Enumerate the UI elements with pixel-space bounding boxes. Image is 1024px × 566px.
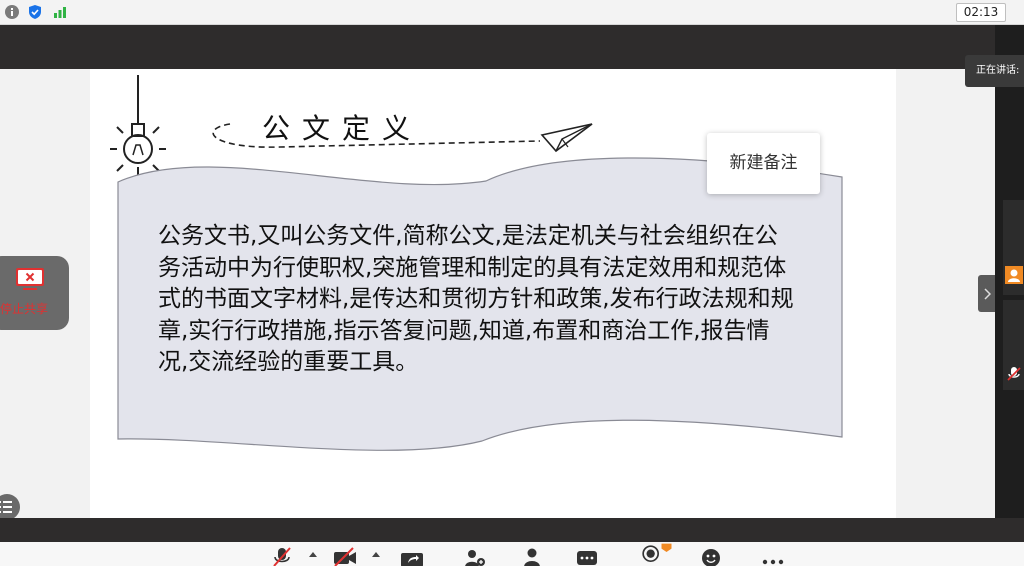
signal-bars-icon[interactable] (52, 4, 68, 20)
info-icon[interactable] (4, 4, 20, 20)
top-dark-band (0, 25, 1024, 69)
collapse-panel-button[interactable] (978, 275, 995, 312)
top-status-bar: 02:13 (0, 0, 1024, 25)
paper-plane-icon (540, 123, 593, 153)
chevron-right-icon (983, 288, 991, 300)
chat-icon[interactable] (576, 547, 598, 566)
shield-icon[interactable] (27, 4, 43, 20)
meeting-window: 02:13 公文定义 公务文书,又叫公务文件,简称公文,是法定机关与社会组织在公… (0, 0, 1024, 566)
mic-muted-icon[interactable] (272, 547, 292, 566)
meeting-timer: 02:13 (956, 3, 1006, 22)
camera-off-icon[interactable] (333, 547, 357, 566)
stop-share-button[interactable]: 停止共享 (0, 256, 69, 330)
more-icon[interactable] (762, 552, 784, 566)
presentation-slide: 公文定义 公务文书,又叫公务文件,简称公文,是法定机关与社会组织在公务活动中为行… (90, 69, 896, 518)
speaking-indicator: 正在讲话: (965, 55, 1024, 87)
record-icon[interactable] (638, 542, 680, 562)
camera-options-caret[interactable] (372, 552, 380, 557)
slide-body-text: 公务文书,又叫公务文件,简称公文,是法定机关与社会组织在公务活动中为行使职权,突… (158, 223, 794, 375)
participant-tile[interactable] (1003, 300, 1024, 390)
bottom-dark-band (0, 518, 1024, 542)
invite-icon[interactable] (463, 547, 487, 566)
shared-screen: 公文定义 公务文书,又叫公务文件,简称公文,是法定机关与社会组织在公务活动中为行… (0, 69, 995, 518)
stop-share-icon (16, 268, 44, 290)
slide-title: 公文定义 (262, 112, 423, 145)
mic-options-caret[interactable] (309, 552, 317, 557)
meeting-toolbar (0, 542, 1024, 566)
light-bulb-icon (110, 75, 166, 175)
reactions-icon[interactable] (700, 547, 722, 566)
participant-avatar-icon (1005, 266, 1023, 284)
participant-tile[interactable] (1003, 200, 1024, 295)
new-note-button[interactable]: 新建备注 (707, 133, 820, 194)
mic-muted-icon (1007, 367, 1021, 381)
list-icon (0, 501, 12, 513)
share-screen-icon[interactable] (400, 547, 424, 566)
participants-icon[interactable] (521, 547, 543, 566)
stop-share-label: 停止共享 (0, 302, 49, 316)
